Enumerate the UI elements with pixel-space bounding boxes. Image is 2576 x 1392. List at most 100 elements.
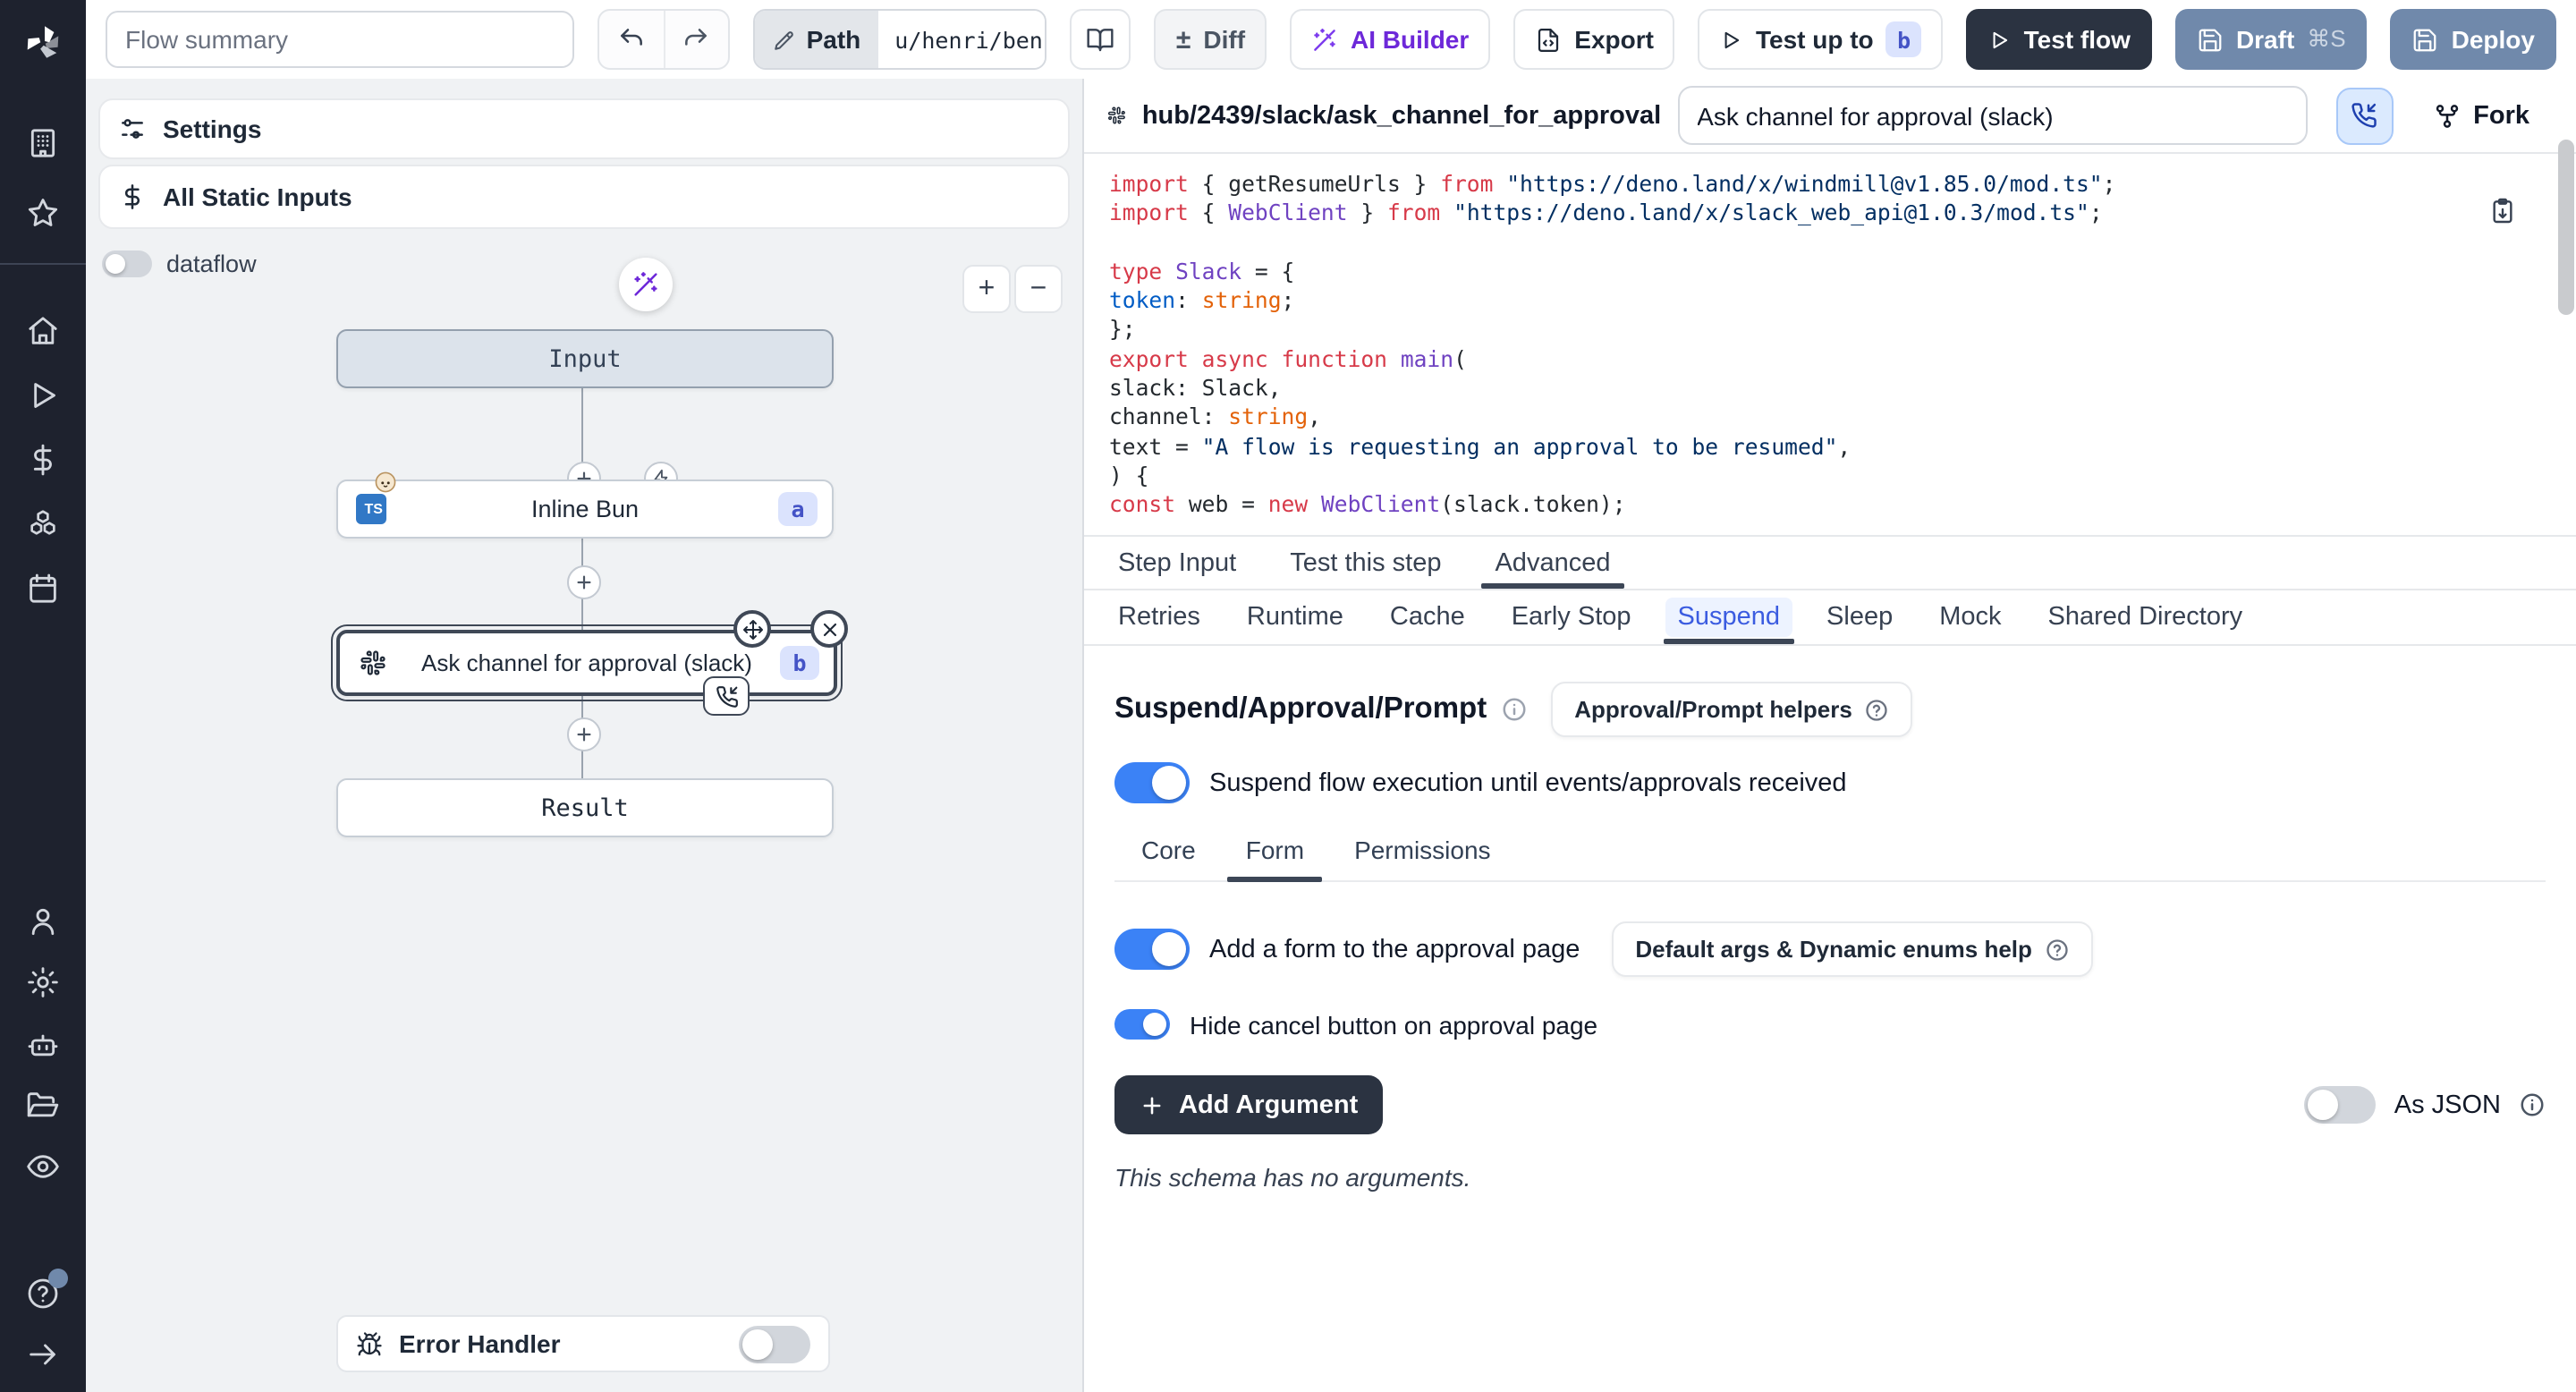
tab-sleep[interactable]: Sleep xyxy=(1823,590,1896,644)
sliders-icon xyxy=(118,115,147,143)
windmill-logo-icon[interactable] xyxy=(21,21,64,64)
tab-suspend[interactable]: Suspend xyxy=(1674,590,1784,644)
flow-node-input[interactable]: Input xyxy=(336,329,834,388)
hide-cancel-toggle[interactable] xyxy=(1114,1009,1170,1040)
export-button[interactable]: Export xyxy=(1513,9,1675,70)
move-icon xyxy=(741,618,763,640)
suspend-heading: Suspend/Approval/Prompt xyxy=(1114,692,1487,726)
suspend-phone-badge[interactable] xyxy=(703,676,750,716)
tab-cache[interactable]: Cache xyxy=(1386,590,1469,644)
draft-button[interactable]: Draft ⌘S xyxy=(2175,9,2368,70)
as-json-toggle[interactable] xyxy=(2305,1086,2377,1124)
flow-summary-input[interactable] xyxy=(106,11,575,68)
error-handler-row: Error Handler xyxy=(336,1315,830,1372)
move-node-button[interactable] xyxy=(733,610,771,648)
settings-gear-icon[interactable] xyxy=(25,964,61,1000)
tab-core[interactable]: Core xyxy=(1138,836,1199,880)
flow-node-result[interactable]: Result xyxy=(336,778,834,837)
collapse-arrow-icon[interactable] xyxy=(25,1337,61,1372)
suspend-flow-toggle[interactable] xyxy=(1114,762,1190,803)
input-node-label: Input xyxy=(548,344,621,373)
tab-shared-directory[interactable]: Shared Directory xyxy=(2045,590,2247,644)
tab-test-this-step[interactable]: Test this step xyxy=(1286,537,1445,589)
dataflow-toggle-row: dataflow xyxy=(102,250,257,277)
suspend-phone-button[interactable] xyxy=(2335,87,2393,144)
tab-form[interactable]: Form xyxy=(1242,836,1308,880)
advanced-tabs: Retries Runtime Cache Early Stop Suspend… xyxy=(1084,590,2576,646)
all-static-inputs-row[interactable]: All Static Inputs xyxy=(98,165,1070,229)
save-icon xyxy=(2197,26,2224,53)
flow-node-inline-bun[interactable]: TS Inline Bun a xyxy=(336,480,834,539)
ai-wand-button[interactable] xyxy=(619,258,673,311)
runs-play-icon[interactable] xyxy=(25,378,61,413)
code-editor[interactable]: import { getResumeUrls } from "https://d… xyxy=(1084,154,2576,536)
bun-icon xyxy=(374,471,397,494)
variables-dollar-icon[interactable] xyxy=(25,442,61,478)
add-form-toggle[interactable] xyxy=(1114,929,1190,970)
tab-mock[interactable]: Mock xyxy=(1936,590,2004,644)
path-button[interactable]: Path u/henri/ben xyxy=(753,9,1046,70)
tab-permissions[interactable]: Permissions xyxy=(1351,836,1495,880)
tab-early-stop[interactable]: Early Stop xyxy=(1508,590,1635,644)
redo-button[interactable] xyxy=(663,11,728,68)
approval-helpers-button[interactable]: Approval/Prompt helpers xyxy=(1551,682,1913,737)
test-up-to-button[interactable]: Test up to b xyxy=(1699,9,1944,70)
tab-advanced[interactable]: Advanced xyxy=(1491,537,1614,589)
copy-code-button[interactable] xyxy=(2488,197,2517,225)
result-node-label: Result xyxy=(541,794,629,822)
approval-helpers-label: Approval/Prompt helpers xyxy=(1574,696,1852,723)
docs-book-button[interactable] xyxy=(1070,9,1131,70)
help-icon[interactable] xyxy=(25,1276,61,1311)
zoom-out-button[interactable]: − xyxy=(1014,265,1063,313)
zoom-in-button[interactable]: + xyxy=(962,265,1011,313)
tab-step-input[interactable]: Step Input xyxy=(1114,537,1240,589)
favorites-star-icon[interactable] xyxy=(25,195,61,231)
home-icon[interactable] xyxy=(25,313,61,349)
slack-icon xyxy=(360,649,386,676)
resources-boxes-icon[interactable] xyxy=(25,506,61,542)
wand-sparkles-icon xyxy=(1311,26,1338,53)
flow-editor-panel: Settings All Static Inputs dataflow + − … xyxy=(86,79,1084,1392)
step-header: hub/2439/slack/ask_channel_for_approval … xyxy=(1084,79,2576,154)
help-circle-icon xyxy=(2045,937,2070,962)
ai-builder-button[interactable]: AI Builder xyxy=(1290,9,1490,70)
settings-row[interactable]: Settings xyxy=(98,98,1070,159)
error-handler-toggle[interactable] xyxy=(739,1325,810,1362)
user-icon[interactable] xyxy=(25,904,61,939)
path-edit-segment[interactable]: Path xyxy=(755,11,879,68)
schedules-calendar-icon[interactable] xyxy=(25,571,61,607)
undo-redo-group xyxy=(598,9,730,70)
dollar-icon xyxy=(118,182,147,211)
add-form-label: Add a form to the approval page xyxy=(1209,935,1580,963)
dataflow-toggle[interactable] xyxy=(102,250,152,277)
diff-button[interactable]: ± Diff xyxy=(1155,9,1267,70)
step-name-input[interactable] xyxy=(1677,86,2307,145)
deploy-button[interactable]: Deploy xyxy=(2391,9,2556,70)
add-argument-button[interactable]: Add Argument xyxy=(1114,1075,1383,1134)
add-step-button[interactable] xyxy=(567,565,601,599)
audit-eye-icon[interactable] xyxy=(25,1149,61,1184)
sidebar xyxy=(0,0,86,1392)
path-label: Path xyxy=(807,25,861,54)
workspace-icon[interactable] xyxy=(25,125,61,161)
file-code-icon xyxy=(1535,26,1562,53)
path-value: u/henri/ben xyxy=(878,11,1046,68)
folders-icon[interactable] xyxy=(25,1088,61,1124)
deploy-label: Deploy xyxy=(2452,25,2535,54)
fork-button[interactable]: Fork xyxy=(2432,101,2529,130)
tab-runtime[interactable]: Runtime xyxy=(1243,590,1347,644)
add-step-button[interactable] xyxy=(567,717,601,751)
code-editor-wrap: import { getResumeUrls } from "https://d… xyxy=(1084,154,2576,537)
test-flow-button[interactable]: Test flow xyxy=(1967,9,2152,70)
scrollbar-thumb[interactable] xyxy=(2558,140,2574,315)
typescript-icon: TS xyxy=(356,494,386,524)
default-args-help-button[interactable]: Default args & Dynamic enums help xyxy=(1612,921,2093,977)
pencil-icon xyxy=(773,28,796,51)
workers-bot-icon[interactable] xyxy=(25,1027,61,1063)
undo-button[interactable] xyxy=(600,11,664,68)
delete-node-button[interactable] xyxy=(810,610,848,648)
all-static-inputs-label: All Static Inputs xyxy=(163,182,352,211)
draft-label: Draft xyxy=(2236,25,2294,54)
hide-cancel-label: Hide cancel button on approval page xyxy=(1190,1010,1597,1039)
tab-retries[interactable]: Retries xyxy=(1114,590,1204,644)
